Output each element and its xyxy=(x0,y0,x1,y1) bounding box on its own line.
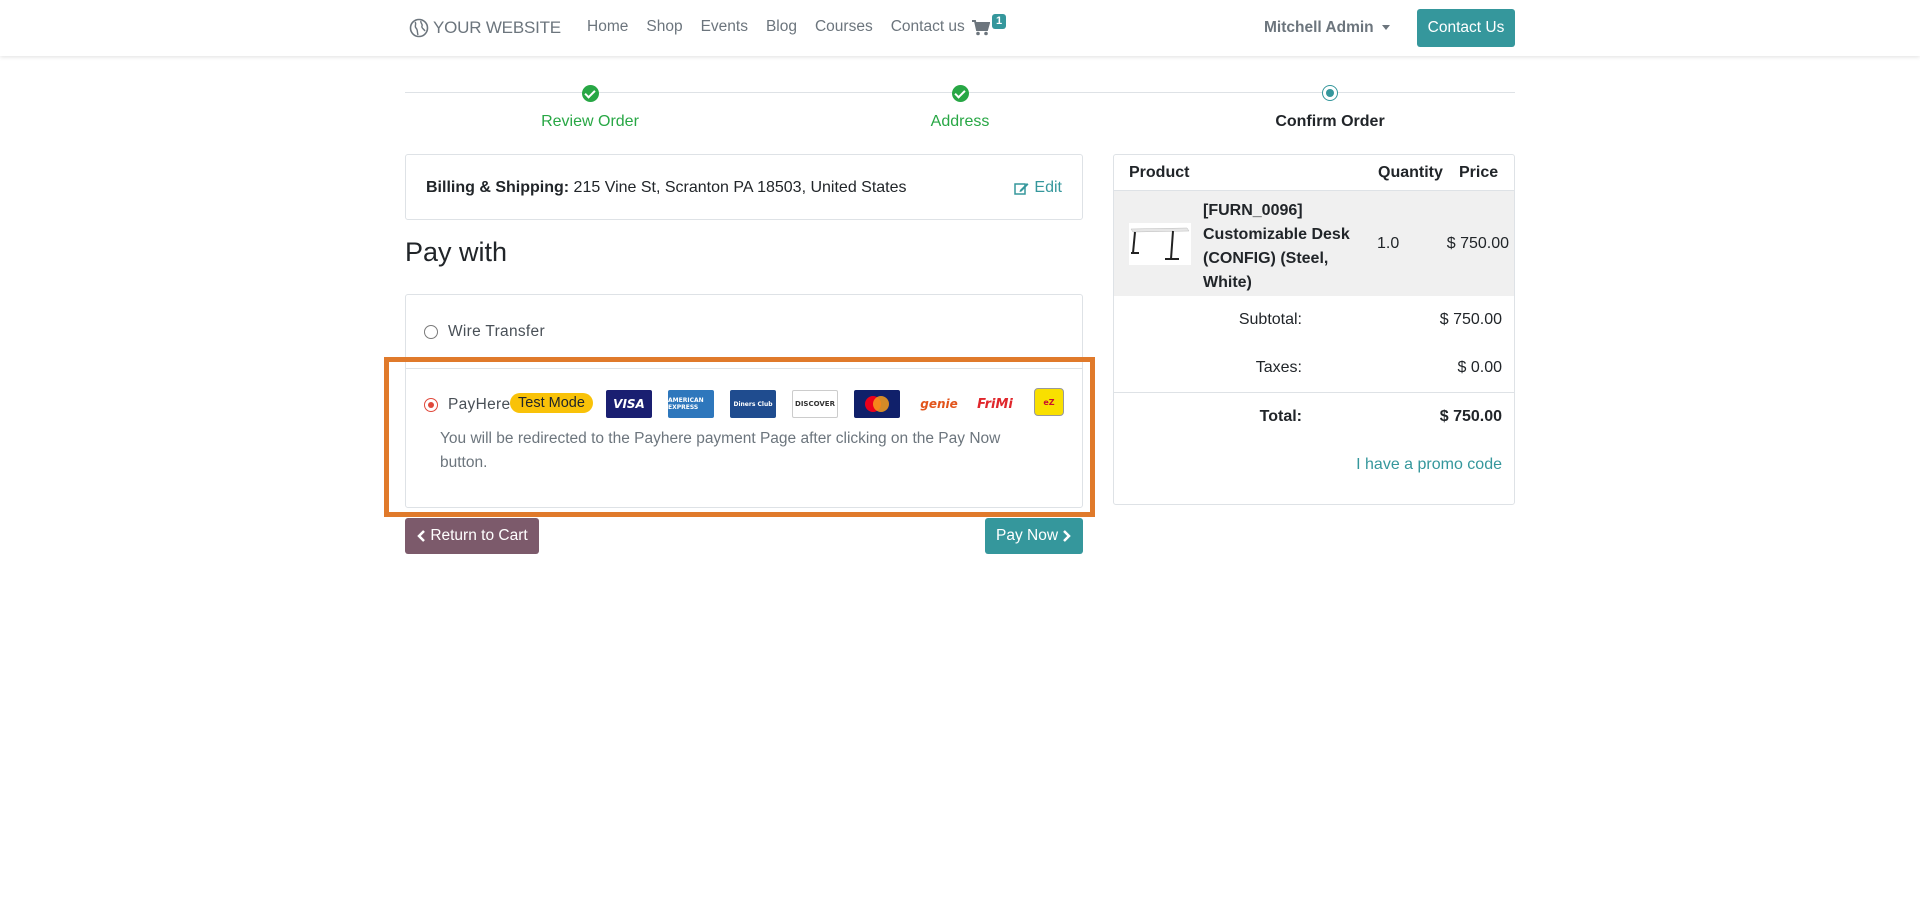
edit-label: Edit xyxy=(1034,179,1062,196)
total-label: Total: xyxy=(1259,408,1302,425)
cart-count-badge: 1 xyxy=(992,14,1007,29)
billing-label: Billing & Shipping: xyxy=(426,179,570,196)
summary-divider xyxy=(1114,392,1514,393)
subtotal-value: $ 750.00 xyxy=(1439,311,1502,328)
cart-line-item: [FURN_0096] Customizable Desk (CONFIG) (… xyxy=(1114,190,1514,296)
desk-icon xyxy=(1130,227,1190,260)
step-confirm-order: Confirm Order xyxy=(1275,113,1385,130)
discover-icon: DISCOVER xyxy=(792,390,838,418)
chevron-right-icon xyxy=(1063,530,1071,542)
product-name[interactable]: [FURN_0096] Customizable Desk (CONFIG) (… xyxy=(1203,199,1353,295)
chevron-left-icon xyxy=(417,530,426,542)
nav-events[interactable]: Events xyxy=(701,18,748,36)
top-navbar: YOUR WEBSITE Home Shop Events Blog Cours… xyxy=(0,0,1920,56)
subtotal-label: Subtotal: xyxy=(1238,311,1302,328)
payhere-description: You will be redirected to the Payhere pa… xyxy=(440,430,1001,471)
product-quantity: 1.0 xyxy=(1377,235,1400,252)
edit-address-link[interactable]: Edit xyxy=(1014,179,1062,197)
summary-header: Product Quantity Price xyxy=(1114,155,1514,190)
product-price: $ 750.00 xyxy=(1446,235,1509,252)
header-product: Product xyxy=(1129,164,1190,181)
pay-now-label: Pay Now xyxy=(995,527,1059,544)
test-mode-badge: Test Mode xyxy=(510,393,593,413)
header-quantity: Quantity xyxy=(1378,164,1443,181)
nav-shop[interactable]: Shop xyxy=(646,18,682,36)
return-to-cart-button[interactable]: Return to Cart xyxy=(405,518,539,554)
brand-name: YOUR WEBSITE xyxy=(433,18,561,37)
step-confirm-current-icon xyxy=(1322,85,1338,101)
payhere-radio[interactable] xyxy=(424,398,438,412)
payhere-label[interactable]: PayHere xyxy=(448,396,510,414)
return-to-cart-label: Return to Cart xyxy=(430,527,528,544)
cart-link[interactable]: 1 xyxy=(972,14,1007,40)
amex-icon: AMERICAN EXPRESS xyxy=(668,390,714,418)
genie-icon: genie xyxy=(916,390,962,418)
visa-icon: VISA xyxy=(606,390,652,418)
pay-with-heading: Pay with xyxy=(405,237,508,267)
contact-us-button[interactable]: Contact Us xyxy=(1417,9,1515,47)
billing-address-value: 215 Vine St, Scranton PA 18503, United S… xyxy=(573,179,907,196)
billing-shipping-card: Billing & Shipping: 215 Vine St, Scranto… xyxy=(405,154,1083,220)
payment-option-wire-transfer[interactable]: Wire Transfer xyxy=(406,295,1082,369)
taxes-value: $ 0.00 xyxy=(1457,359,1502,376)
pay-now-button[interactable]: Pay Now xyxy=(985,518,1083,554)
wire-transfer-label[interactable]: Wire Transfer xyxy=(448,323,545,341)
nav-courses[interactable]: Courses xyxy=(815,18,873,36)
step-review-order[interactable]: Review Order xyxy=(541,113,639,131)
header-price: Price xyxy=(1459,164,1499,181)
user-menu[interactable]: Mitchell Admin xyxy=(1264,19,1390,37)
billing-address: Billing & Shipping: 215 Vine St, Scranto… xyxy=(426,179,907,197)
site-logo[interactable]: YOUR WEBSITE xyxy=(409,16,561,40)
step-address[interactable]: Address xyxy=(931,113,990,131)
ezcash-icon: eZ xyxy=(1034,388,1064,416)
nav-home[interactable]: Home xyxy=(587,18,628,36)
promo-code-link[interactable]: I have a promo code xyxy=(1356,456,1502,474)
diners-club-icon: Diners Club xyxy=(730,390,776,418)
order-summary: Product Quantity Price [FURN_0096] Custo… xyxy=(1113,154,1515,505)
step-review-check-icon xyxy=(582,85,599,102)
globe-icon xyxy=(409,18,429,38)
main-menu: Home Shop Events Blog Courses Contact us xyxy=(587,18,983,36)
user-name: Mitchell Admin xyxy=(1264,19,1374,36)
step-address-check-icon xyxy=(952,85,969,102)
wire-transfer-radio[interactable] xyxy=(424,325,438,339)
product-image[interactable] xyxy=(1129,223,1191,265)
nav-contact-us[interactable]: Contact us xyxy=(891,18,965,36)
frimi-icon: FriMi xyxy=(972,390,1018,418)
shopping-cart-icon xyxy=(972,20,990,36)
edit-icon xyxy=(1014,182,1029,195)
taxes-label: Taxes: xyxy=(1255,359,1302,376)
nav-blog[interactable]: Blog xyxy=(766,18,797,36)
payment-methods-list: Wire Transfer PayHere Test Mode VISA AME… xyxy=(405,294,1083,508)
mastercard-icon xyxy=(854,390,900,418)
total-value: $ 750.00 xyxy=(1439,408,1502,425)
caret-down-icon xyxy=(1381,25,1390,31)
